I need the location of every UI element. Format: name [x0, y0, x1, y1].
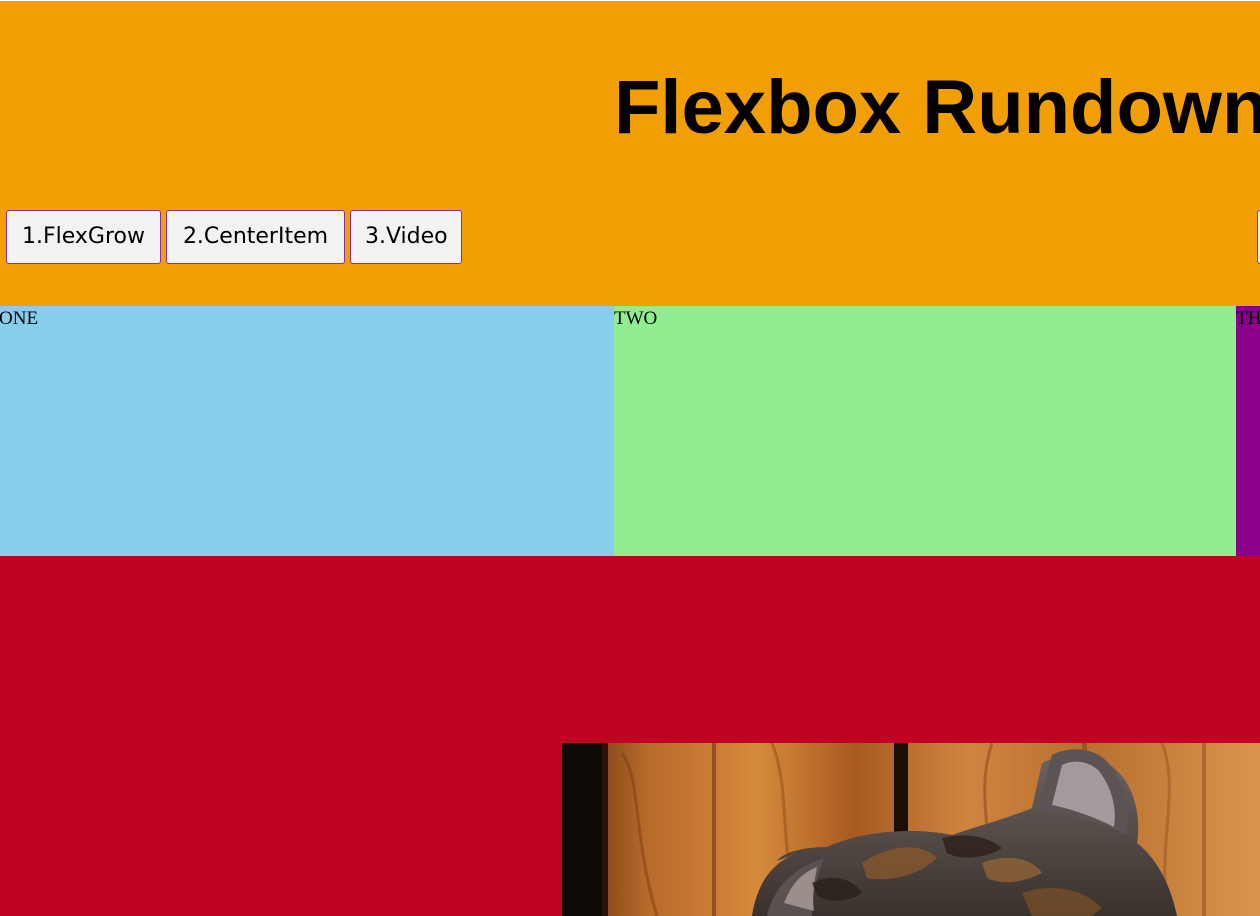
centeritem-button[interactable]: 2.CenterItem: [166, 210, 345, 264]
flexgrow-button[interactable]: 1.FlexGrow: [6, 210, 161, 264]
flex-item-label: ONE: [0, 308, 39, 329]
flex-item-two: TWO: [614, 306, 1236, 556]
flex-item-label: TWO: [614, 308, 658, 329]
kitten-photo: [562, 743, 1260, 916]
flex-item-one: ONE: [0, 306, 614, 556]
header-banner: Flexbox Rundown 1.FlexGrow 2.CenterItem …: [0, 1, 1260, 306]
flex-container: ONE TWO TH: [0, 306, 1260, 556]
flex-item-label: TH: [1236, 308, 1260, 329]
video-button[interactable]: 3.Video: [350, 210, 462, 264]
flex-item-three: TH: [1236, 306, 1260, 556]
kitten-image: [562, 743, 1260, 916]
page: Flexbox Rundown 1.FlexGrow 2.CenterItem …: [0, 0, 1260, 916]
page-title: Flexbox Rundown: [614, 65, 1260, 150]
